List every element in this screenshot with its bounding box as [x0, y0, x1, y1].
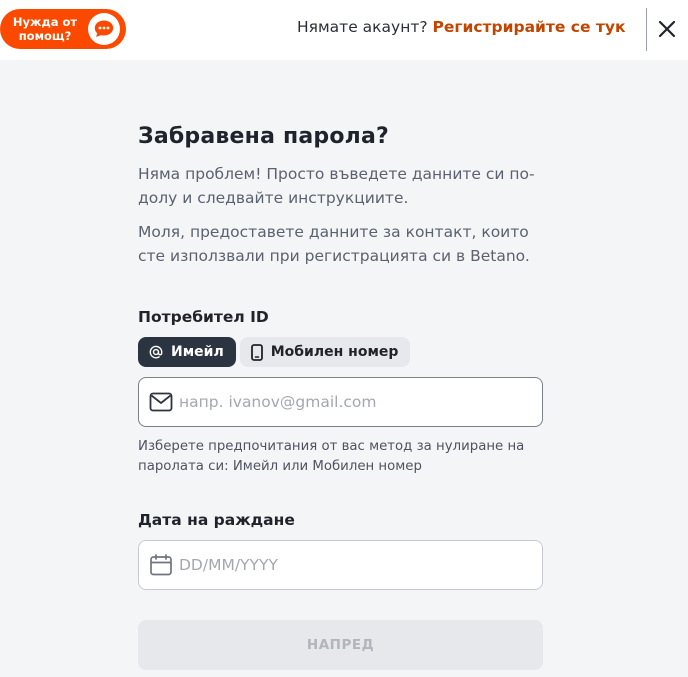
description-text: Няма проблем! Просто въведете данните си… — [138, 165, 535, 207]
toggle-mobile-label: Мобилен номер — [270, 344, 399, 360]
toggle-email-label: Имейл — [171, 344, 224, 360]
chat-bubble-icon — [88, 13, 120, 45]
reset-method-hint: Изберете предпочитания от вас метод за н… — [138, 439, 525, 474]
page-title: Забравена парола? — [138, 124, 390, 149]
header-divider — [646, 8, 647, 51]
calendar-icon — [149, 554, 173, 576]
toggle-mobile[interactable]: Мобилен номер — [239, 337, 411, 367]
user-id-label: Потребител ID — [138, 308, 269, 326]
help-button-label: Нужда от помощ? — [12, 15, 78, 43]
dob-field[interactable] — [138, 540, 543, 590]
forgot-password-intro: Забравена парола? Няма проблем! Просто в… — [138, 124, 543, 268]
email-input[interactable] — [179, 393, 519, 411]
email-field[interactable] — [138, 377, 543, 427]
top-bar: Нужда от помощ? Нямате акаунт? Регистрир… — [0, 0, 688, 60]
help-button[interactable]: Нужда от помощ? — [0, 9, 126, 49]
next-button[interactable]: НАПРЕД — [138, 620, 543, 670]
contact-instructions: Моля, предоставете данните за контакт, к… — [138, 223, 530, 265]
phone-icon — [250, 343, 263, 361]
contact-method-toggle: Имейл Мобилен номер — [138, 337, 411, 367]
envelope-icon — [149, 392, 173, 412]
dob-label: Дата на раждане — [138, 511, 295, 529]
register-link[interactable]: Регистрирайте се тук — [433, 18, 626, 36]
close-icon — [658, 20, 676, 38]
no-account-text: Нямате акаунт? — [297, 18, 428, 36]
close-button[interactable] — [654, 16, 680, 42]
at-sign-icon — [149, 345, 163, 359]
dob-input[interactable] — [179, 556, 519, 574]
toggle-email[interactable]: Имейл — [138, 337, 236, 367]
register-prompt: Нямате акаунт? Регистрирайте се тук — [297, 18, 626, 36]
